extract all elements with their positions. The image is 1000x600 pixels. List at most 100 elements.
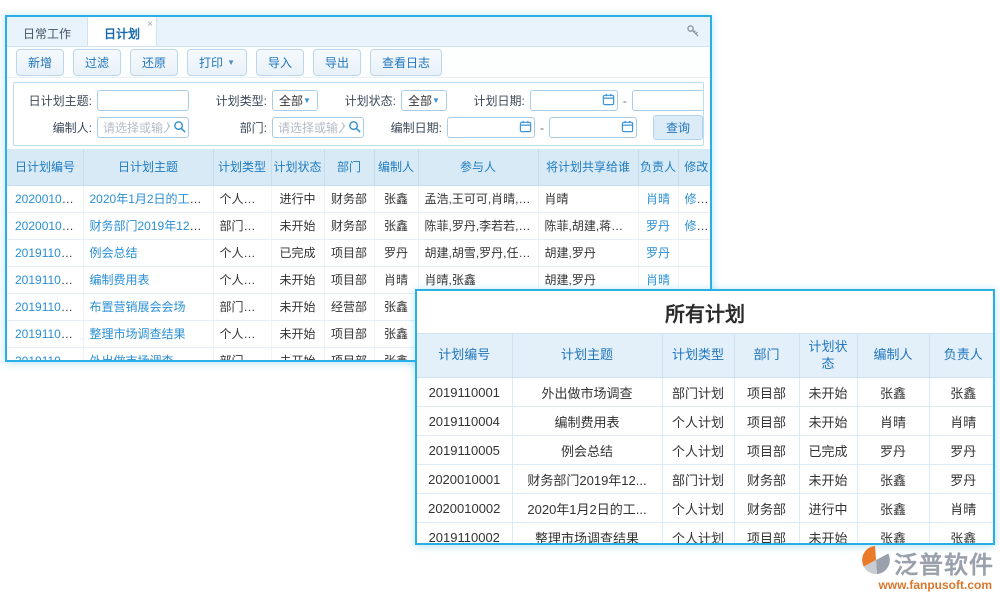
plan-id: 2020010001 (417, 465, 512, 494)
restore-button[interactable]: 还原 (130, 49, 178, 76)
plan-id-link[interactable]: 2019110002 (15, 327, 81, 341)
plan-status-select[interactable]: 全部 ▼ (401, 90, 447, 111)
plan-status: 未开始 (799, 407, 857, 436)
plan-status: 未开始 (271, 347, 324, 362)
plan-subject-link[interactable]: 例会总结 (90, 246, 138, 260)
plan-type: 个人计划 (213, 185, 271, 212)
filter-button[interactable]: 过滤 (73, 49, 121, 76)
plan-dept: 项目部 (324, 347, 374, 362)
tab-label: 日计划 (104, 27, 140, 41)
plan-owner-link[interactable]: 肖晴 (646, 273, 670, 287)
plan-id-link[interactable]: 2020010001 (15, 219, 82, 233)
plan-id-link[interactable]: 2019110005 (15, 246, 81, 260)
plan-subject-link[interactable]: 外出做市场调查 (90, 354, 174, 362)
plan-dept: 项目部 (324, 320, 374, 347)
plan-id: 2019110004 (417, 407, 512, 436)
plan-id-link[interactable]: 2019110003 (15, 300, 81, 314)
plan-type: 个人计划 (662, 407, 734, 436)
plan-type: 部门计划 (662, 465, 734, 494)
table-row: 20200100022020年1月2日的工作日...个人计划进行中财务部张鑫孟浩… (7, 185, 712, 212)
calendar-icon[interactable] (621, 120, 634, 136)
close-icon[interactable]: × (147, 19, 153, 30)
plan-participants: 孟浩,王可可,肖晴,张鑫 (418, 185, 538, 212)
edit-link[interactable]: 修改 (685, 192, 709, 206)
table-cell: 2019110004 (7, 266, 83, 293)
make-date-label: 编制日期: (378, 119, 442, 136)
view-log-button[interactable]: 查看日志 (370, 49, 442, 76)
tab-daily-work[interactable]: 日常工作 (7, 17, 87, 46)
plan-creator: 罗丹 (374, 239, 418, 266)
caret-down-icon: ▼ (432, 96, 440, 105)
search-icon[interactable] (173, 120, 186, 136)
tab-daily-plan[interactable]: 日计划 × (87, 17, 157, 46)
column-header: 计划类型 (662, 334, 734, 378)
table-cell: 财务部门2019年12月的... (83, 212, 213, 239)
plan-subject: 例会总结 (512, 436, 662, 465)
plan-dept: 项目部 (324, 239, 374, 266)
column-header: 编制人 (857, 334, 929, 378)
plan-subject-link[interactable]: 整理市场调查结果 (90, 327, 186, 341)
plan-subject-link[interactable]: 2020年1月2日的工作日... (90, 192, 214, 206)
plan-dept: 财务部 (324, 212, 374, 239)
search-icon[interactable] (348, 120, 361, 136)
table-cell: 修改 (678, 212, 712, 239)
plan-creator: 张鑫 (857, 465, 929, 494)
plan-creator: 张鑫 (374, 185, 418, 212)
plan-type: 个人计划 (213, 239, 271, 266)
column-header: 计划编号 (417, 334, 512, 378)
plan-id: 2020010002 (417, 494, 512, 523)
table-cell: 罗丹 (638, 239, 678, 266)
table-row: 2019110004编制费用表个人计划项目部未开始肖晴肖晴 (417, 407, 995, 436)
print-button[interactable]: 打印▼ (187, 49, 247, 76)
plan-subject-link[interactable]: 布置营销展会会场 (90, 300, 186, 314)
key-icon[interactable] (686, 24, 700, 43)
plan-creator: 张鑫 (374, 212, 418, 239)
plan-dept: 财务部 (734, 465, 799, 494)
plan-subject: 编制费用表 (512, 407, 662, 436)
plan-status: 未开始 (271, 320, 324, 347)
plan-subject: 外出做市场调查 (512, 378, 662, 407)
plan-owner-link[interactable]: 罗丹 (646, 246, 670, 260)
plan-owner: 罗丹 (929, 436, 995, 465)
calendar-icon[interactable] (602, 93, 615, 109)
plan-status: 进行中 (799, 494, 857, 523)
table-cell: 例会总结 (83, 239, 213, 266)
query-button[interactable]: 查询 (653, 115, 703, 140)
table-cell: 2020年1月2日的工作日... (83, 185, 213, 212)
plan-subject-link[interactable]: 编制费用表 (90, 273, 150, 287)
edit-link[interactable]: 修改 (685, 219, 709, 233)
tab-bar: 日常工作 日计划 × (7, 17, 710, 47)
export-button[interactable]: 导出 (313, 49, 361, 76)
table-cell: 布置营销展会会场 (83, 293, 213, 320)
calendar-icon[interactable] (519, 120, 532, 136)
plan-id-link[interactable]: 2020010002 (15, 192, 82, 206)
dept-label: 部门: (203, 119, 267, 136)
plan-subject-input[interactable] (97, 90, 189, 111)
table-row: 2020010001财务部门2019年12月的...部门计划未开始财务部张鑫陈菲… (7, 212, 712, 239)
plan-dept: 经营部 (324, 293, 374, 320)
plan-share-with: 陈菲,胡建,蒋德帧,... (538, 212, 638, 239)
logo-icon (861, 545, 891, 580)
plan-subject-link[interactable]: 财务部门2019年12月的... (90, 219, 214, 233)
plan-date-to-input[interactable] (632, 90, 704, 111)
plan-id-link[interactable]: 2019110004 (15, 273, 81, 287)
plan-id: 2019110001 (417, 378, 512, 407)
plan-type: 部门计划 (213, 212, 271, 239)
plan-owner-link[interactable]: 罗丹 (646, 219, 670, 233)
table-cell: 2019110003 (7, 293, 83, 320)
plan-share-with: 胡建,罗丹 (538, 239, 638, 266)
import-button[interactable]: 导入 (256, 49, 304, 76)
plan-type: 部门计划 (213, 347, 271, 362)
plan-creator: 张鑫 (374, 347, 418, 362)
plan-owner-link[interactable]: 肖晴 (646, 192, 670, 206)
plan-type-select[interactable]: 全部 ▼ (272, 90, 318, 111)
plan-status-label: 计划状态: (332, 92, 396, 109)
plan-id-link[interactable]: 2019110001 (15, 354, 81, 363)
plan-subject-label: 日计划主题: (20, 92, 92, 109)
plan-type: 个人计划 (662, 523, 734, 546)
table-cell: 外出做市场调查 (83, 347, 213, 362)
vendor-logo: 泛普软件 www.fanpusoft.com (861, 545, 994, 592)
plan-status: 进行中 (271, 185, 324, 212)
add-button[interactable]: 新增 (16, 49, 64, 76)
plan-date-label: 计划日期: (461, 92, 525, 109)
